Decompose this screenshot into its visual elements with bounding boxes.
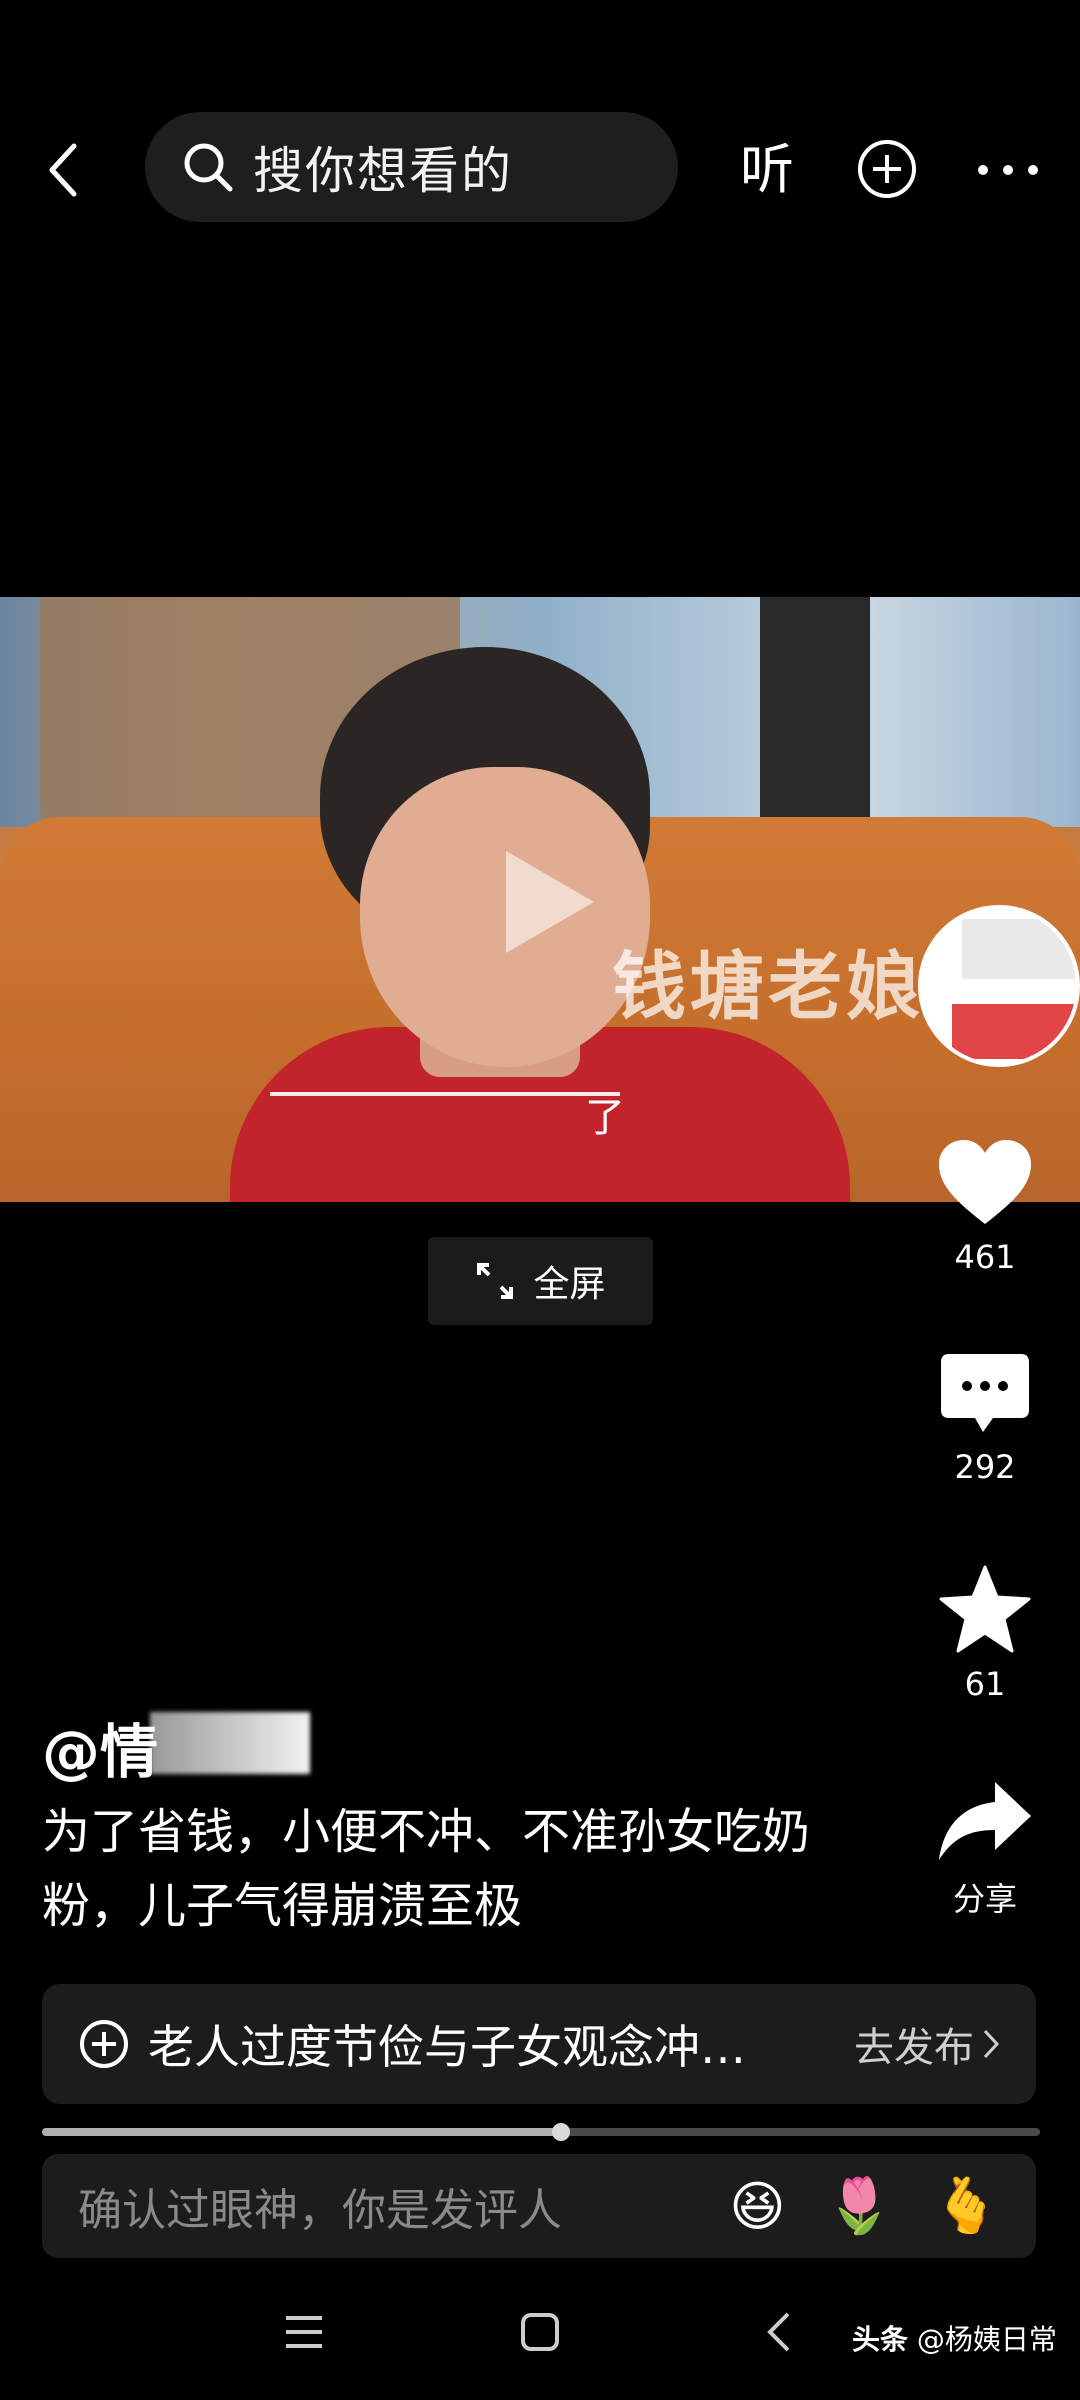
publish-label: 去发布 [854, 2025, 974, 2071]
back-nav-icon[interactable] [760, 2310, 800, 2354]
expand-icon [477, 1263, 514, 1299]
topic-text: 老人过度节俭与子女观念冲… [148, 2020, 746, 2074]
emoji-flower[interactable]: 🌷 [826, 2174, 893, 2238]
author-name-blur [150, 1712, 310, 1774]
home-icon[interactable] [520, 2312, 560, 2352]
progress-handle[interactable] [551, 2123, 570, 2141]
like-count: 461 [954, 1238, 1016, 1276]
video-watermark: 钱塘老娘 [612, 944, 924, 1030]
comment-input[interactable]: 确认过眼神，你是发评人 😆 🌷 🫰 [42, 2154, 1036, 2258]
emoji-laugh[interactable]: 😆 [729, 2175, 785, 2238]
publish-button[interactable]: 去发布 [854, 2015, 1000, 2073]
comment-bubble-icon [941, 1354, 1029, 1432]
favorite-count: 61 [964, 1665, 1006, 1703]
favorite-button[interactable]: 61 [920, 1565, 1050, 1703]
heart-icon [939, 1140, 1031, 1224]
recent-apps-icon[interactable] [282, 2310, 326, 2354]
fullscreen-button[interactable]: 全屏 [428, 1237, 653, 1325]
search-bar[interactable]: 搜你想看的 [145, 112, 678, 222]
more-icon[interactable] [975, 150, 1041, 190]
progress-fill [42, 2128, 561, 2136]
source-watermark: 头条 @杨姨日常 [852, 2318, 1057, 2358]
author-handle[interactable]: @情 [42, 1705, 158, 1789]
chevron-right-icon [983, 2029, 1000, 2059]
comment-count: 292 [954, 1448, 1016, 1486]
share-button[interactable]: 分享 [920, 1780, 1050, 1920]
search-placeholder: 搜你想看的 [253, 142, 513, 200]
play-icon[interactable] [498, 847, 598, 957]
listen-button[interactable]: 听 [732, 125, 802, 215]
avatar-blur-block [962, 919, 1076, 979]
comment-button[interactable]: 292 [920, 1352, 1050, 1486]
add-circle-icon [80, 2020, 128, 2068]
share-arrow-icon [939, 1782, 1031, 1860]
author-avatar[interactable] [918, 905, 1080, 1067]
video-progress-bar[interactable] [42, 2123, 1040, 2141]
video-player[interactable]: 钱塘老娘 了 [0, 597, 1080, 1202]
back-button[interactable] [34, 130, 94, 210]
source-app: 头条 [852, 2323, 909, 2356]
star-icon [939, 1565, 1031, 1653]
add-circle-icon[interactable] [856, 138, 918, 200]
source-account: @杨姨日常 [916, 2323, 1057, 2356]
video-caption: 为了省钱，小便不冲、不准孙女吃奶粉，儿子气得崩溃至极 [42, 1804, 811, 1934]
comment-placeholder: 确认过眼神，你是发评人 [78, 2185, 562, 2236]
like-button[interactable]: 461 [920, 1138, 1050, 1276]
avatar-blur-block [952, 1004, 1076, 1059]
subtitle-line [270, 1092, 620, 1124]
fullscreen-label: 全屏 [533, 1264, 606, 1305]
emoji-heart-hand[interactable]: 🫰 [933, 2174, 1000, 2238]
search-icon [184, 143, 233, 192]
chevron-left-icon [49, 143, 77, 197]
topic-bar[interactable]: 老人过度节俭与子女观念冲… 去发布 [42, 1984, 1036, 2104]
share-label: 分享 [952, 1880, 1017, 1918]
subtitle-text: 了 [585, 1095, 625, 1141]
